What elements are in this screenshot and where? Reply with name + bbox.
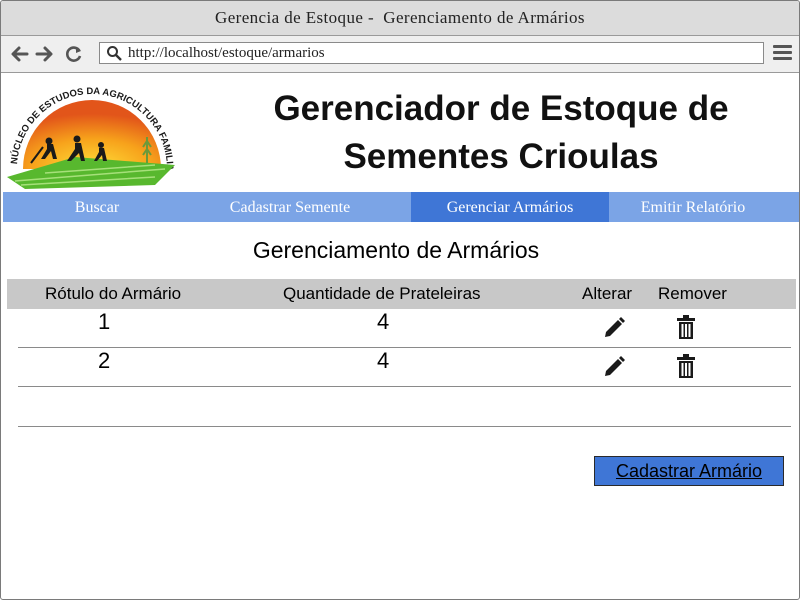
edit-pencil-icon[interactable] <box>603 356 625 378</box>
row-shelves: 4 <box>377 348 390 373</box>
menu-item-buscar[interactable]: Buscar <box>3 192 191 222</box>
table-header: Rótulo do Armário Quantidade de Pratelei… <box>7 279 796 309</box>
browser-window: Gerencia de Estoque - Gerenciamento de A… <box>0 0 800 600</box>
window-title: Gerencia de Estoque - Gerenciamento de A… <box>1 1 799 36</box>
header-alterar: Alterar <box>582 284 633 303</box>
app-title: Gerenciador de Estoque de Sementes Criou… <box>231 85 771 181</box>
row-label: 2 <box>98 348 111 373</box>
trash-icon[interactable] <box>677 315 695 339</box>
header-remover: Remover <box>658 284 727 303</box>
app-title-line-2: Sementes Crioulas <box>343 137 659 176</box>
reload-icon[interactable] <box>64 44 84 64</box>
main-menu: Buscar Cadastrar Semente Gerenciar Armár… <box>3 192 799 222</box>
url-text: http://localhost/estoque/armarios <box>128 45 325 61</box>
header-quantidade: Quantidade de Prateleiras <box>283 284 481 303</box>
row-shelves: 4 <box>377 309 390 334</box>
forward-arrow-icon[interactable] <box>35 44 55 64</box>
menu-item-cadastrar-semente[interactable]: Cadastrar Semente <box>191 192 389 222</box>
menu-item-gerenciar-armarios[interactable]: Gerenciar Armários <box>411 192 609 222</box>
agriculture-logo: NÚCLEO DE ESTUDOS DA AGRICULTURA FAMILIA… <box>5 77 175 189</box>
back-arrow-icon[interactable] <box>9 44 29 64</box>
page-title: Gerenciamento de Armários <box>252 237 540 263</box>
add-cabinet-button[interactable]: Cadastrar Armário <box>594 456 784 486</box>
row-label: 1 <box>98 309 111 334</box>
table-row: 1 4 <box>18 307 791 348</box>
hamburger-menu-icon[interactable] <box>773 45 792 61</box>
search-icon <box>107 46 122 61</box>
menu-item-emitir-relatorio[interactable]: Emitir Relatório <box>609 192 777 222</box>
table-row-empty <box>18 386 791 427</box>
header-rotulo: Rótulo do Armário <box>45 284 182 303</box>
app-title-line-1: Gerenciador de Estoque de <box>273 89 729 128</box>
trash-icon[interactable] <box>677 354 695 378</box>
address-bar[interactable]: http://localhost/estoque/armarios <box>99 42 764 64</box>
edit-pencil-icon[interactable] <box>603 317 625 339</box>
browser-toolbar: http://localhost/estoque/armarios <box>1 36 799 73</box>
table-row: 2 4 <box>18 346 791 387</box>
